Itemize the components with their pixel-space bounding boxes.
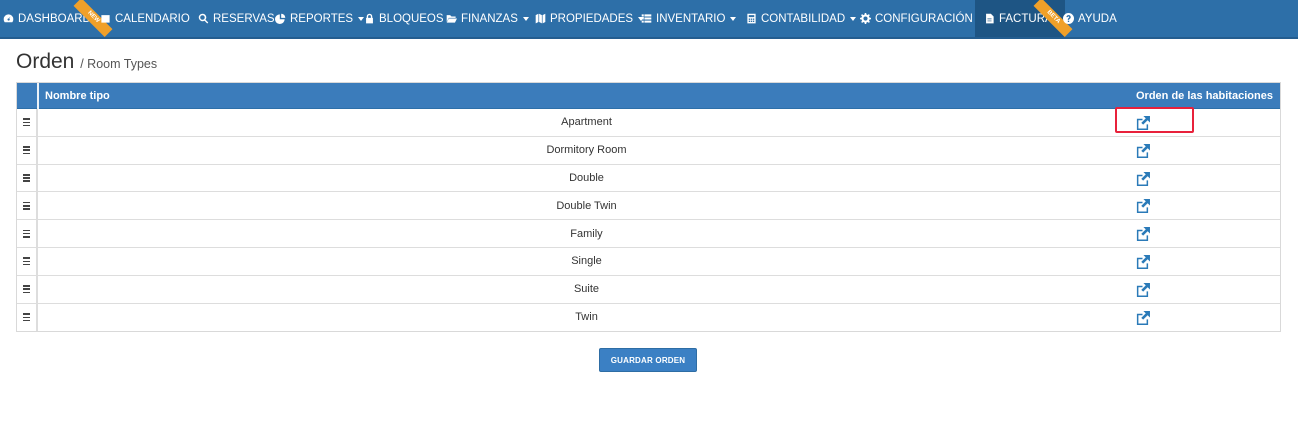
drag-handle-icon[interactable] [17,220,38,247]
question-circle-icon [1063,13,1074,24]
drag-handle-icon[interactable] [17,192,38,220]
nav-calendario-label: CALENDARIO [115,12,190,25]
external-link-icon[interactable] [1135,254,1151,269]
room-type-name: Apartment [561,116,612,129]
external-link-icon[interactable] [1135,227,1151,242]
external-link-icon[interactable] [1135,171,1151,186]
page-subtitle: / Room Types [80,57,158,71]
table-row[interactable]: Double [17,164,1280,193]
nav-inventario-label: INVENTARIO [656,12,726,25]
search-icon [198,13,209,24]
nav-configuracion-label: CONFIGURACIÓN [875,12,973,25]
calculator-icon [746,13,757,24]
nav-contabilidad-label: CONTABILIDAD [761,12,846,25]
nav-bloqueos[interactable]: BLOQUEOS [364,0,444,37]
nav-bloqueos-label: BLOQUEOS [379,12,444,25]
room-type-name: Single [571,255,602,268]
nav-calendario[interactable]: CALENDARIO [100,0,190,37]
drag-handle-icon[interactable] [17,109,38,136]
folder-open-icon [446,13,457,24]
drag-handle-icon[interactable] [17,164,38,192]
chevron-down-icon [850,16,857,21]
room-type-name: Double [569,171,604,184]
external-link-icon[interactable] [1135,310,1151,325]
room-type-name: Family [570,227,603,240]
nav-propiedades-label: PROPIEDADES [550,12,634,25]
nav-inventario[interactable]: INVENTARIO [641,0,737,37]
map-icon [535,13,546,24]
table-row[interactable]: Apartment [17,109,1280,137]
pie-chart-icon [275,13,286,24]
table-row[interactable]: Double Twin [17,192,1280,221]
nav-finanzas[interactable]: FINANZAS [446,0,529,37]
table-row[interactable]: Single [17,247,1280,276]
save-order-button[interactable]: GUARDAR ORDEN [599,348,697,372]
dashboard-icon [3,13,14,24]
header-name: Nombre tipo [45,90,110,102]
nav-dashboard-label: DASHBOARD [18,12,91,25]
table-row[interactable]: Dormitory Room [17,136,1280,165]
room-type-name: Twin [575,311,598,324]
external-link-icon[interactable] [1135,199,1151,214]
table-row[interactable]: Twin [17,303,1280,332]
external-link-icon[interactable] [1135,282,1151,297]
page-title-text: Orden [16,50,75,73]
external-link-icon[interactable] [1135,143,1151,158]
top-navbar: DASHBOARD NEW CALENDARIO RESERVAS REPORT… [0,0,1298,39]
header-order: Orden de las habitaciones [1136,90,1273,102]
drag-handle-icon[interactable] [17,247,38,275]
header-divider [37,83,39,109]
room-types-table: Nombre tipo Orden de las habitaciones Ap… [16,82,1281,333]
highlight-box [1115,107,1194,133]
drag-handle-icon[interactable] [17,275,38,303]
nav-contabilidad[interactable]: CONTABILIDAD [746,0,857,37]
room-type-name: Double Twin [556,199,617,212]
nav-ayuda-label: AYUDA [1078,12,1117,25]
lock-icon [364,13,375,24]
nav-configuracion[interactable]: CONFIGURACIÓN [860,0,984,37]
table-header: Nombre tipo Orden de las habitaciones [17,83,1280,109]
gear-icon [860,13,871,24]
table-row[interactable]: Family [17,220,1280,248]
nav-reportes-label: REPORTES [290,12,354,25]
room-type-name: Dormitory Room [546,144,627,157]
table-body: Apartment Dormitory Room Double Double Twin… [17,109,1280,332]
calendar-icon [100,13,111,24]
table-row[interactable]: Suite [17,275,1280,304]
drag-handle-icon[interactable] [17,136,38,164]
nav-reservas-label: RESERVAS [213,12,275,25]
page-title: Orden / Room Types [16,50,157,74]
chevron-down-icon [522,16,529,21]
nav-finanzas-label: FINANZAS [461,12,518,25]
nav-ayuda[interactable]: AYUDA [1063,0,1117,37]
nav-propiedades[interactable]: PROPIEDADES [535,0,645,37]
list-icon [641,13,652,24]
room-type-name: Suite [573,283,600,296]
nav-reportes[interactable]: REPORTES [275,0,365,37]
chevron-down-icon [730,16,737,21]
drag-handle-icon[interactable] [17,303,38,332]
file-icon [984,13,995,24]
nav-reservas[interactable]: RESERVAS [198,0,275,37]
